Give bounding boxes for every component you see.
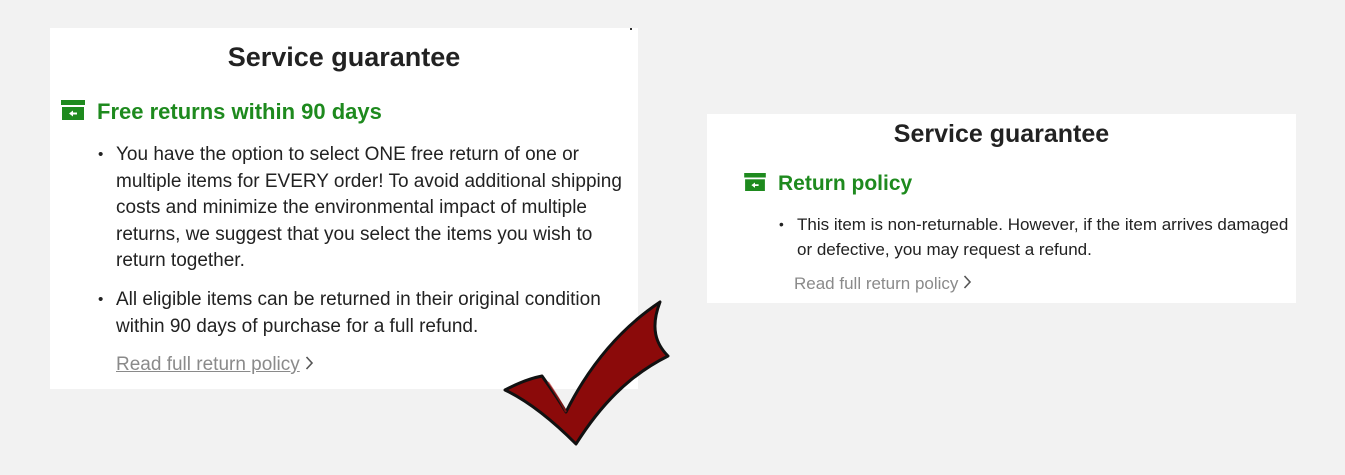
read-return-policy-link[interactable]: Read full return policy [794, 274, 972, 294]
section-label: Return policy [778, 172, 913, 195]
section-header: Return policy [744, 172, 912, 196]
section-label: Free returns within 90 days [97, 99, 382, 124]
chevron-right-icon [305, 354, 314, 376]
section-header: Free returns within 90 days [61, 99, 382, 125]
link-label: Read full return policy [794, 274, 959, 293]
chevron-right-icon [963, 274, 972, 294]
checkmark-icon [500, 298, 670, 448]
link-label: Read full return policy [116, 354, 300, 375]
read-return-policy-link[interactable]: Read full return policy [116, 354, 314, 376]
list-item: This item is non-returnable. However, if… [779, 212, 1289, 262]
service-guarantee-card-non-returnable: Service guarantee Return policy This ite… [707, 114, 1296, 303]
archive-box-icon [61, 99, 85, 125]
policy-bullet-list: This item is non-returnable. However, if… [779, 212, 1289, 262]
card-title: Service guarantee [893, 120, 1110, 148]
archive-box-icon [744, 172, 766, 196]
corner-mark [630, 28, 632, 30]
list-item: You have the option to select ONE free r… [98, 142, 628, 275]
card-title: Service guarantee [227, 42, 461, 72]
